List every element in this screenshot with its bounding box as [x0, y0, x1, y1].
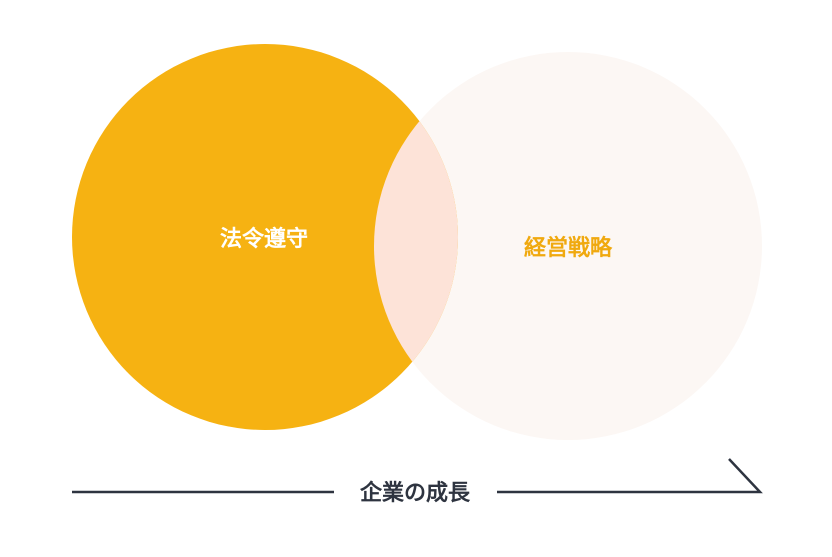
- venn-diagram: 法令遵守 経営戦略 企業の成長: [72, 44, 763, 506]
- label-legal-compliance: 法令遵守: [220, 226, 308, 252]
- growth-axis-label: 企業の成長: [359, 480, 471, 506]
- label-business-strategy: 経営戦略: [524, 235, 613, 261]
- growth-axis-arrow: [497, 458, 763, 494]
